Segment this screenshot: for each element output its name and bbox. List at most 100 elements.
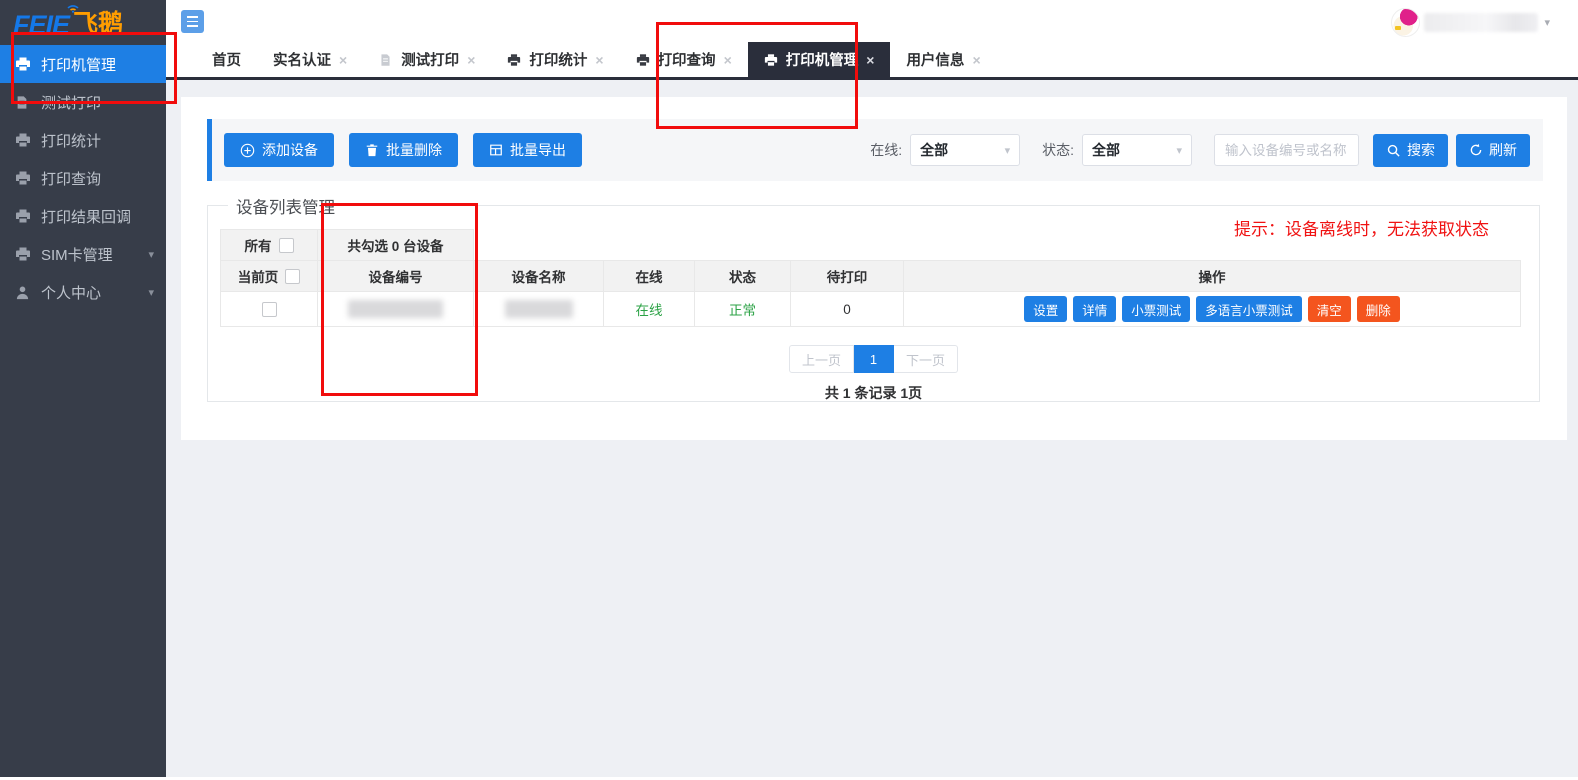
pagination: 上一页 1 下一页 xyxy=(208,345,1539,373)
select-all-checkbox[interactable] xyxy=(279,238,294,253)
row-actions: 设置 详情 小票测试 多语言小票测试 清空 删除 xyxy=(1024,296,1400,322)
search-button[interactable]: 搜索 xyxy=(1373,134,1448,167)
sidebar-item-label: 打印结果回调 xyxy=(41,206,131,227)
add-device-button[interactable]: 添加设备 xyxy=(224,133,334,167)
row-select-cell xyxy=(220,291,318,327)
document-icon xyxy=(379,52,394,67)
tab-label: 打印统计 xyxy=(529,49,587,70)
delete-button[interactable]: 删除 xyxy=(1357,296,1400,322)
pending-print-count: 0 xyxy=(791,291,904,327)
tab-label: 用户信息 xyxy=(906,49,964,70)
tab-test-print[interactable]: 测试打印 × xyxy=(363,42,491,77)
sidebar-item-test-print[interactable]: 测试打印 xyxy=(0,83,166,121)
tab-home[interactable]: 首页 xyxy=(196,42,257,77)
batch-delete-button[interactable]: 批量删除 xyxy=(349,133,458,167)
toolbar: 添加设备 批量删除 批量导出 在线: 全部 xyxy=(207,119,1543,181)
sidebar-item-sim-card-management[interactable]: SIM卡管理 ▾ xyxy=(0,235,166,273)
tab-printer-management[interactable]: 打印机管理 × xyxy=(748,42,891,77)
close-icon[interactable]: × xyxy=(866,53,874,67)
user-icon xyxy=(15,284,31,300)
close-icon[interactable]: × xyxy=(595,53,603,67)
wifi-icon xyxy=(65,2,81,13)
printer-icon xyxy=(15,170,31,186)
current-page-button[interactable]: 1 xyxy=(854,345,894,373)
sidebar-menu: 打印机管理 测试打印 打印统计 打印查询 xyxy=(0,45,166,311)
sidebar-item-label: 打印机管理 xyxy=(41,54,116,75)
chevron-down-icon: ▾ xyxy=(148,286,154,299)
settings-button[interactable]: 设置 xyxy=(1024,296,1067,322)
prev-page-button[interactable]: 上一页 xyxy=(789,345,854,373)
sidebar-item-printer-management[interactable]: 打印机管理 xyxy=(0,45,166,83)
close-icon[interactable]: × xyxy=(467,53,475,67)
select-all-cell: 所有 xyxy=(220,229,318,260)
selected-summary-cell: 共勾选 0 台设备 xyxy=(318,229,474,260)
device-code-cell xyxy=(318,291,474,327)
current-page-cell: 当前页 xyxy=(220,260,318,291)
sidebar: FEIE 飞鹅 打印机管理 测试打印 xyxy=(0,0,166,777)
status-filter-select[interactable]: 全部 ▾ xyxy=(1082,134,1192,166)
column-header-pending: 待打印 xyxy=(791,260,904,291)
column-header-status: 状态 xyxy=(695,260,791,291)
toolbar-left-buttons: 添加设备 批量删除 批量导出 xyxy=(224,133,582,167)
toolbar-filters: 在线: 全部 ▾ 状态: 全部 ▾ 搜索 xyxy=(870,134,1530,167)
row-checkbox[interactable] xyxy=(262,302,277,317)
device-list-section: 设备列表管理 提示：设备离线时，无法获取状态 所有 共勾选 0 台设备 当 xyxy=(207,205,1540,402)
tab-print-query[interactable]: 打印查询 × xyxy=(620,42,748,77)
tab-real-name-auth[interactable]: 实名认证 × xyxy=(257,42,363,77)
online-status-value: 在线 xyxy=(604,291,695,327)
sidebar-item-print-query[interactable]: 打印查询 xyxy=(0,159,166,197)
chevron-down-icon: ▾ xyxy=(148,248,154,261)
device-name-cell xyxy=(474,291,604,327)
tab-user-info[interactable]: 用户信息 × xyxy=(890,42,996,77)
main-panel: 添加设备 批量删除 批量导出 在线: 全部 xyxy=(181,97,1567,440)
table-row: 在线 正常 0 设置 详情 小票测试 多语言小票测试 清空 删除 xyxy=(220,291,1521,327)
sidebar-item-print-result-callback[interactable]: 打印结果回调 xyxy=(0,197,166,235)
tab-label: 实名认证 xyxy=(273,49,331,70)
sidebar-item-personal-center[interactable]: 个人中心 ▾ xyxy=(0,273,166,311)
current-page-checkbox[interactable] xyxy=(285,269,300,284)
sidebar-item-label: SIM卡管理 xyxy=(41,244,113,265)
sidebar-item-label: 测试打印 xyxy=(41,92,101,113)
export-grid-icon xyxy=(489,143,503,157)
close-icon[interactable]: × xyxy=(972,53,980,67)
multilang-receipt-test-button[interactable]: 多语言小票测试 xyxy=(1196,296,1302,322)
printer-icon xyxy=(15,208,31,224)
tab-label: 打印查询 xyxy=(658,49,716,70)
avatar xyxy=(1391,8,1420,37)
section-title: 设备列表管理 xyxy=(228,194,343,218)
device-search-input[interactable] xyxy=(1214,134,1359,166)
sidebar-toggle-button[interactable] xyxy=(181,10,204,33)
tab-label: 测试打印 xyxy=(401,49,459,70)
chevron-down-icon: ▾ xyxy=(1005,144,1011,157)
online-filter-label: 在线: xyxy=(870,140,902,160)
user-menu[interactable]: ▾ xyxy=(1391,8,1550,37)
tab-bar: 首页 实名认证 × 测试打印 × 打印统计 × 打印查询 × xyxy=(166,42,1578,80)
tab-print-statistics[interactable]: 打印统计 × xyxy=(491,42,619,77)
column-header-actions: 操作 xyxy=(904,260,1521,291)
tab-label: 打印机管理 xyxy=(786,49,859,70)
online-filter-select[interactable]: 全部 ▾ xyxy=(910,134,1020,166)
device-code-redacted xyxy=(348,300,443,318)
records-summary: 共 1 条记录 1页 xyxy=(208,383,1539,403)
hamburger-icon xyxy=(187,16,198,18)
close-icon[interactable]: × xyxy=(724,53,732,67)
chevron-down-icon: ▾ xyxy=(1544,16,1550,29)
next-page-button[interactable]: 下一页 xyxy=(894,345,958,373)
clear-button[interactable]: 清空 xyxy=(1308,296,1351,322)
device-status-value: 正常 xyxy=(695,291,791,327)
brand-logo: FEIE 飞鹅 xyxy=(13,6,123,40)
table-header-row-selection: 所有 共勾选 0 台设备 xyxy=(220,229,1521,260)
printer-icon xyxy=(15,56,31,72)
column-header-device-name: 设备名称 xyxy=(474,260,604,291)
sidebar-item-print-statistics[interactable]: 打印统计 xyxy=(0,121,166,159)
refresh-button[interactable]: 刷新 xyxy=(1456,134,1530,167)
close-icon[interactable]: × xyxy=(339,53,347,67)
tab-label: 首页 xyxy=(212,49,241,70)
row-actions-cell: 设置 详情 小票测试 多语言小票测试 清空 删除 xyxy=(904,291,1521,327)
document-icon xyxy=(15,94,31,110)
brand-logo-cn: 飞鹅 xyxy=(73,9,123,40)
receipt-test-button[interactable]: 小票测试 xyxy=(1122,296,1190,322)
batch-export-button[interactable]: 批量导出 xyxy=(473,133,582,167)
refresh-icon xyxy=(1469,143,1483,157)
details-button[interactable]: 详情 xyxy=(1073,296,1116,322)
